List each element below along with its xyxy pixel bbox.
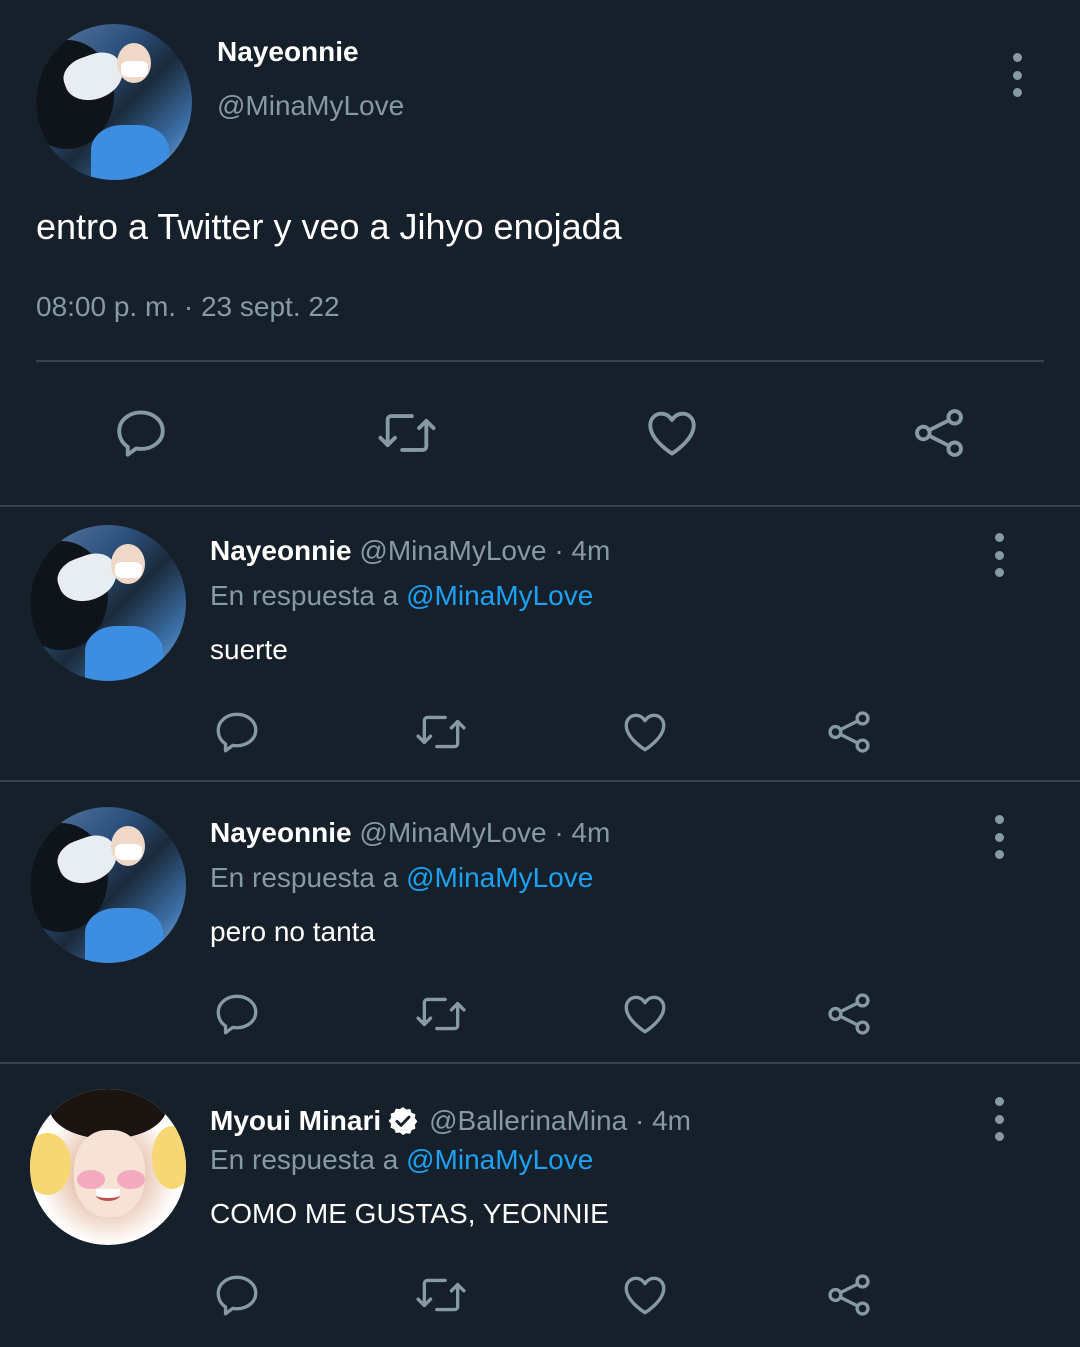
share-icon[interactable] (824, 989, 874, 1039)
avatar[interactable] (30, 1089, 186, 1245)
share-icon[interactable] (824, 1270, 874, 1320)
tweet-text: COMO ME GUSTAS, YEONNIE (210, 1198, 609, 1229)
author-display-name[interactable]: Nayeonnie (217, 36, 359, 68)
reply-to-link[interactable]: @MinaMyLove (406, 1144, 593, 1175)
reply-bubble-icon[interactable] (112, 404, 170, 462)
more-vertical-icon[interactable] (989, 533, 1009, 577)
heart-icon[interactable] (643, 404, 701, 462)
reply-prefix: En respuesta a (210, 1144, 399, 1175)
tweet-header: Myoui Minari @BallerinaMina · 4m (210, 1105, 691, 1137)
retweet-icon[interactable] (412, 707, 470, 757)
divider (0, 1062, 1080, 1064)
reply-context: En respuesta a @MinaMyLove (210, 862, 593, 894)
tweet-text: pero no tanta (210, 916, 376, 947)
retweet-icon[interactable] (412, 989, 470, 1039)
verified-badge-icon (387, 1105, 419, 1137)
tweet-header: Nayeonnie @MinaMyLove · 4m (210, 535, 610, 567)
reply-tweet[interactable]: Myoui Minari @BallerinaMina · 4m En resp… (0, 1071, 1080, 1347)
reply-to-link[interactable]: @MinaMyLove (406, 580, 593, 611)
heart-icon[interactable] (620, 707, 670, 757)
share-icon[interactable] (824, 707, 874, 757)
retweet-icon[interactable] (374, 404, 440, 462)
tweet-header: Nayeonnie @MinaMyLove · 4m (210, 817, 610, 849)
reply-to-link[interactable]: @MinaMyLove (406, 862, 593, 893)
reply-context: En respuesta a @MinaMyLove (210, 580, 593, 612)
reply-bubble-icon[interactable] (212, 989, 262, 1039)
reply-prefix: En respuesta a (210, 580, 399, 611)
reply-tweet[interactable]: Nayeonnie @MinaMyLove · 4m En respuesta … (0, 789, 1080, 1062)
more-vertical-icon[interactable] (989, 1097, 1009, 1141)
reply-context: En respuesta a @MinaMyLove (210, 1144, 593, 1176)
share-icon[interactable] (910, 404, 968, 462)
tweet-text: suerte (210, 634, 288, 665)
author-display-name[interactable]: Nayeonnie (210, 817, 352, 848)
author-display-name[interactable]: Myoui Minari (210, 1105, 381, 1137)
heart-icon[interactable] (620, 989, 670, 1039)
author-handle[interactable]: @MinaMyLove (217, 90, 404, 122)
reply-bubble-icon[interactable] (212, 1270, 262, 1320)
divider (0, 780, 1080, 782)
more-vertical-icon[interactable] (989, 815, 1009, 859)
heart-icon[interactable] (620, 1270, 670, 1320)
reply-bubble-icon[interactable] (212, 707, 262, 757)
reply-tweet[interactable]: Nayeonnie @MinaMyLove · 4m En respuesta … (0, 507, 1080, 780)
divider (36, 360, 1044, 362)
avatar[interactable] (30, 807, 186, 963)
author-display-name[interactable]: Nayeonnie (210, 535, 352, 566)
author-handle[interactable]: @MinaMyLove · 4m (359, 535, 610, 566)
avatar[interactable] (36, 24, 192, 180)
retweet-icon[interactable] (412, 1270, 470, 1320)
tweet-text: entro a Twitter y veo a Jihyo enojada (36, 206, 622, 247)
tweet-timestamp[interactable]: 08:00 p. m. · 23 sept. 22 (36, 291, 340, 323)
more-vertical-icon[interactable] (1007, 53, 1027, 97)
main-tweet: Nayeonnie @MinaMyLove entro a Twitter y … (0, 0, 1080, 505)
author-handle[interactable]: @MinaMyLove · 4m (359, 817, 610, 848)
author-handle[interactable]: @BallerinaMina · 4m (429, 1105, 691, 1137)
reply-prefix: En respuesta a (210, 862, 399, 893)
avatar[interactable] (30, 525, 186, 681)
